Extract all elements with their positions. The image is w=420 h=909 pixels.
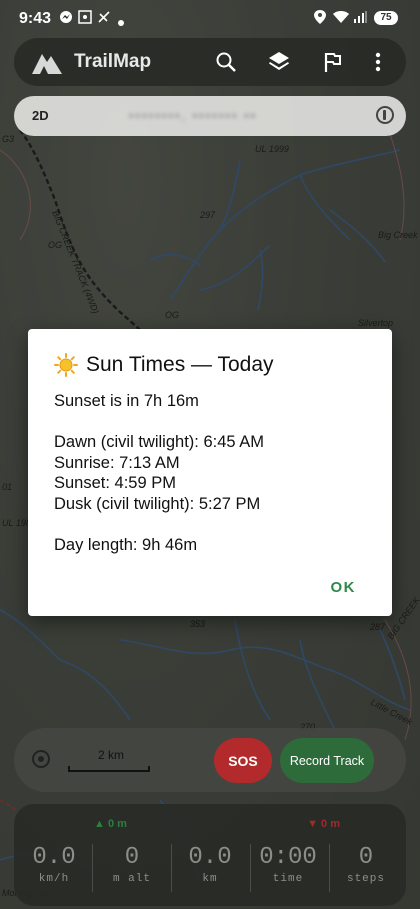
layers-button[interactable] (265, 48, 293, 76)
layers-icon (269, 52, 289, 70)
stat-value: 0 (358, 844, 374, 871)
sun-icon (54, 353, 78, 377)
sunset-time: Sunset: 4:59 PM (54, 474, 176, 492)
screenshot-icon (78, 10, 92, 27)
dialog-title-text: Sun Times — Today (86, 353, 274, 376)
flag-button[interactable] (319, 48, 347, 76)
stat-value: 0.0 (32, 844, 76, 871)
wifi-icon (332, 10, 350, 27)
more-options-button[interactable] (364, 48, 392, 76)
dialog-title: Sun Times — Today (54, 353, 274, 377)
stat-distance: 0.0 km (172, 844, 248, 885)
stat-value: 0 (124, 844, 140, 871)
ok-button[interactable]: OK (331, 579, 357, 596)
signal-icon (353, 10, 367, 27)
sunset-countdown: Sunset is in 7h 16m (54, 392, 199, 410)
location-bar[interactable]: 2D ••••••••, ••••••• •• (14, 96, 406, 136)
obscured-location-text: ••••••••, ••••••• •• (129, 108, 258, 123)
battery-indicator: 75 (374, 11, 398, 25)
flag-icon (324, 53, 341, 72)
scale-line (68, 766, 150, 772)
compass-icon[interactable] (376, 106, 394, 124)
day-length: Day length: 9h 46m (54, 535, 198, 554)
map-controls-bar: 2 km SOS Record Track (14, 728, 406, 792)
app-logo-icon (30, 48, 64, 76)
search-icon (216, 52, 236, 72)
stat-speed: 0.0 km/h (16, 844, 92, 885)
stat-unit: steps (346, 873, 385, 885)
stat-steps: 0 steps (328, 844, 404, 885)
sun-times-dialog: Sun Times — Today Sunset is in 7h 16m Da… (28, 329, 392, 616)
dawn-time: Dawn (civil twilight): 6:45 AM (54, 433, 264, 451)
stats-panel: ▲ 0 m ▼ 0 m 0.0 km/h 0 m alt 0.0 km 0:00… (14, 804, 406, 906)
stat-time: 0:00 time (250, 844, 326, 885)
status-bar: 9:43 75 (0, 0, 420, 36)
app-title: TrailMap (74, 51, 152, 72)
scale-label: 2 km (98, 748, 125, 762)
dot-icon (118, 14, 124, 29)
stat-value: 0.0 (188, 844, 232, 871)
sos-button[interactable]: SOS (214, 738, 272, 783)
top-app-bar: TrailMap (14, 38, 406, 86)
descent-indicator: ▼ 0 m (307, 818, 340, 830)
dusk-time: Dusk (civil twilight): 5:27 PM (54, 494, 261, 513)
stat-divider (92, 844, 93, 892)
stat-unit: time (272, 873, 304, 885)
ascent-indicator: ▲ 0 m (94, 818, 127, 830)
map-mode-toggle[interactable]: 2D (32, 108, 49, 123)
sunrise-time: Sunrise: 7:13 AM (54, 453, 180, 472)
status-time: 9:43 (19, 10, 52, 27)
stat-value: 0:00 (259, 844, 317, 871)
my-location-icon[interactable] (32, 750, 50, 768)
record-track-button[interactable]: Record Track (280, 738, 374, 783)
scale-bar: 2 km (68, 748, 152, 772)
mute-icon (97, 10, 111, 27)
search-button[interactable] (212, 48, 240, 76)
stat-unit: km (202, 873, 218, 885)
location-icon (314, 10, 326, 27)
more-vert-icon (375, 52, 381, 72)
dialog-body: Sunset is in 7h 16m Dawn (civil twilight… (54, 391, 374, 555)
stat-unit: m alt (112, 873, 151, 885)
messenger-icon (59, 10, 73, 27)
stat-altitude: 0 m alt (94, 844, 170, 885)
stat-unit: km/h (38, 873, 70, 885)
